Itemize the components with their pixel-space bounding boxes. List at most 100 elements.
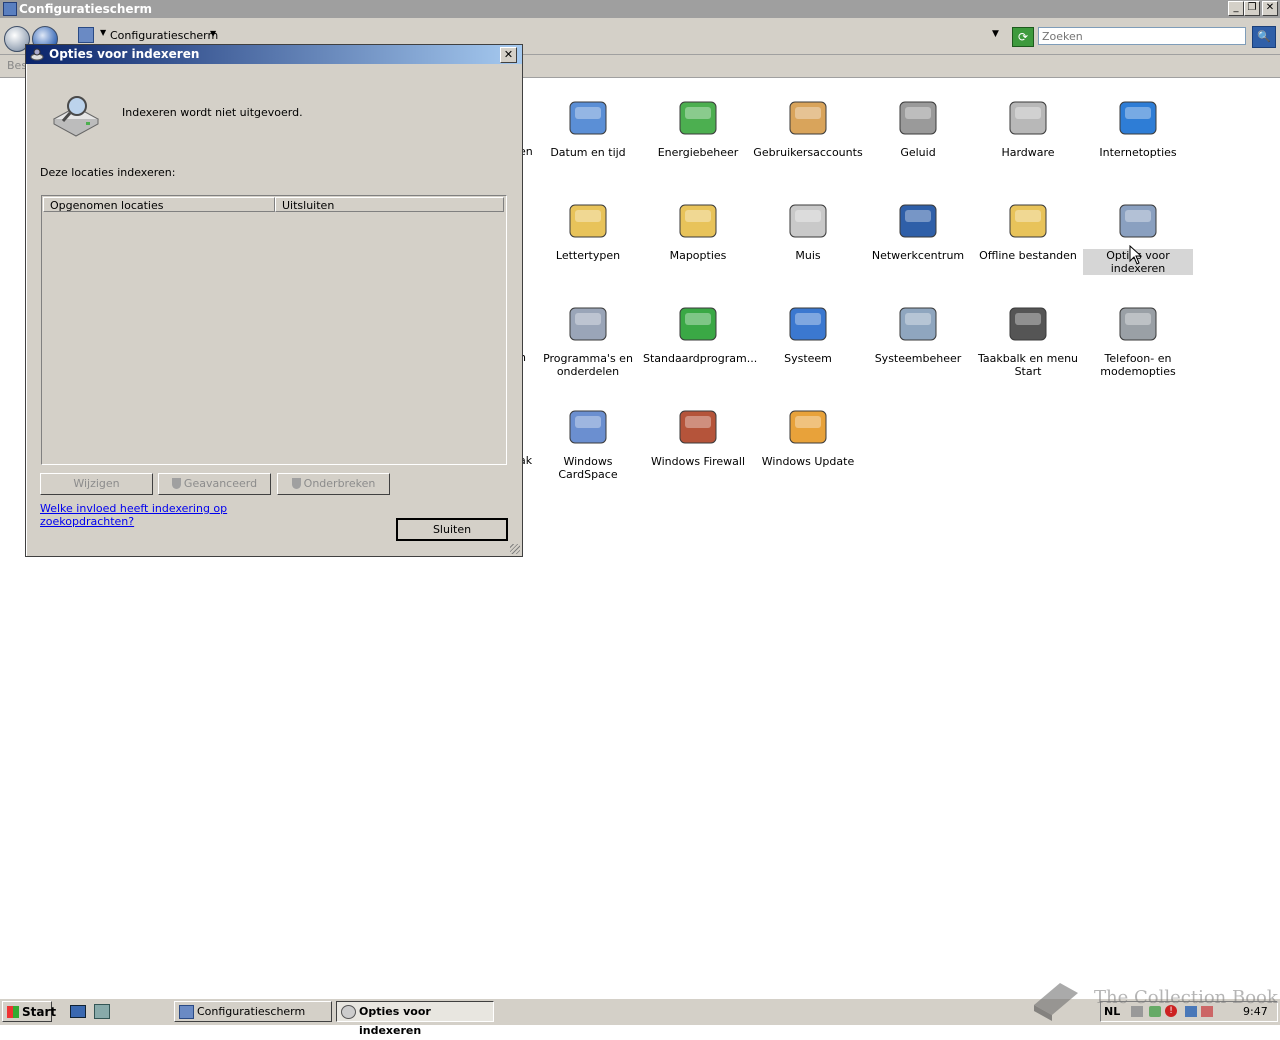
pause-button-label: Onderbreken (303, 477, 376, 490)
restore-button[interactable]: ❐ (1244, 1, 1260, 16)
watermark: The Collection Book (1030, 975, 1280, 1023)
cp-item-label: Systeem (784, 352, 832, 365)
cp-item-taakbalk-en-menu-start[interactable]: Taakbalk en menu Start (973, 300, 1083, 378)
main-window-titlebar[interactable]: Configuratiescherm _ ❐ ✕ (0, 0, 1280, 18)
search-input[interactable] (1038, 27, 1246, 45)
computer-icon (784, 300, 832, 348)
windows-update-icon (784, 403, 832, 451)
cp-item-gebruikersaccounts[interactable]: Gebruikersaccounts (753, 94, 863, 159)
taskbar-item-control-panel[interactable]: Configuratiescherm (174, 1001, 332, 1022)
cp-item-mapopties[interactable]: Mapopties (643, 197, 753, 262)
cp-item-label: Taakbalk en menu Start (977, 352, 1079, 378)
speaker-icon (894, 94, 942, 142)
switch-windows-icon[interactable] (94, 1004, 110, 1019)
dialog-title: Opties voor indexeren (49, 47, 200, 61)
users-icon (784, 94, 832, 142)
taskbar-icon (1004, 300, 1052, 348)
shield-icon (171, 478, 181, 489)
cp-item-geluid[interactable]: Geluid (863, 94, 973, 159)
breadcrumb[interactable]: Configuratiescherm (110, 29, 218, 42)
cp-item-label: Geluid (900, 146, 936, 159)
taskbar-item-indexing[interactable]: Opties voor indexeren (336, 1001, 494, 1037)
change-button-label: Wijzigen (73, 477, 120, 490)
control-panel-icon (179, 1005, 194, 1019)
change-button[interactable]: Wijzigen (40, 473, 153, 495)
cp-item-label: Systeembeheer (874, 352, 962, 365)
cp-item-muis[interactable]: Muis (753, 197, 863, 262)
cp-item-label: Muis (795, 249, 821, 262)
phone-icon (1114, 300, 1162, 348)
cp-item-energiebeheer[interactable]: Energiebeheer (643, 94, 753, 159)
search-button[interactable]: 🔍 (1252, 26, 1276, 48)
refresh-button[interactable]: ⟳ (1012, 27, 1034, 47)
close-button[interactable]: ✕ (1262, 1, 1278, 16)
cp-item-windows-firewall[interactable]: Windows Firewall (643, 403, 753, 468)
cp-item-windows-update[interactable]: Windows Update (753, 403, 863, 468)
cp-item-windows-cardspace[interactable]: Windows CardSpace (533, 403, 643, 481)
indexing-status-icon (52, 96, 100, 137)
sync-folder-icon (1004, 197, 1052, 245)
indexing-status-text: Indexeren wordt niet uitgevoerd. (122, 106, 303, 119)
cp-item-programmas-en-onderdelen[interactable]: Programma's en onderdelen (533, 300, 643, 378)
cp-item-label: Programma's en onderdelen (543, 352, 633, 378)
indexing-icon (341, 1005, 356, 1019)
dialog-close-button[interactable]: ✕ (500, 47, 517, 63)
hardware-icon (1004, 94, 1052, 142)
advanced-button[interactable]: Geavanceerd (158, 473, 271, 495)
chevron-down-icon[interactable]: ▼ (210, 29, 216, 38)
cp-item-datum-en-tijd[interactable]: Datum en tijd (533, 94, 643, 159)
cp-item-label: Mapopties (669, 249, 727, 262)
start-label: Start (22, 1005, 57, 1019)
battery-plug-icon (674, 94, 722, 142)
cp-item-internetopties[interactable]: Internetopties (1083, 94, 1193, 159)
main-window-title: Configuratiescherm (19, 2, 152, 16)
cp-item-standaardprogrammas[interactable]: Standaardprogram... (643, 300, 758, 365)
indexing-options-dialog: Opties voor indexeren ✕ Indexeren wordt … (25, 44, 523, 557)
taskbar-item-label: Configuratiescherm (197, 1005, 306, 1018)
cp-item-telefoon-en-modemopties[interactable]: Telefoon- en modemopties (1083, 300, 1193, 378)
windows-logo-icon (7, 1006, 19, 1018)
watermark-text: The Collection Book (1094, 987, 1278, 1008)
cp-item-label: Datum en tijd (550, 146, 626, 159)
search-icon: 🔍 (1257, 30, 1271, 43)
advanced-button-label: Geavanceerd (183, 477, 258, 490)
cp-item-label: Standaardprogram... (643, 352, 758, 365)
globe-icon (1114, 94, 1162, 142)
chevron-down-icon[interactable]: ▼ (100, 28, 106, 37)
cp-item-label: Gebruikersaccounts (753, 146, 863, 159)
cp-item-label: Internetopties (1099, 146, 1177, 159)
cp-item-lettertypen[interactable]: Lettertypen (533, 197, 643, 262)
cp-item-label: Energiebeheer (657, 146, 739, 159)
column-header-included[interactable]: Opgenomen locaties (43, 197, 275, 212)
help-link[interactable]: Welke invloed heeft indexering op zoekop… (40, 502, 240, 528)
close-dialog-button-label: Sluiten (432, 523, 472, 536)
cp-item-netwerkcentrum[interactable]: Netwerkcentrum (863, 197, 973, 262)
cp-item-offline-bestanden[interactable]: Offline bestanden (973, 197, 1083, 262)
close-dialog-button[interactable]: Sluiten (396, 518, 508, 541)
cp-item-label: Windows Update (761, 455, 855, 468)
locations-list[interactable]: Opgenomen locaties Uitsluiten (41, 195, 507, 465)
resize-grip[interactable] (510, 544, 520, 554)
cp-item-systeem[interactable]: Systeem (753, 300, 863, 365)
minimize-button[interactable]: _ (1228, 1, 1244, 16)
control-panel-icon (3, 2, 17, 16)
cp-item-label: Offline bestanden (979, 249, 1077, 262)
column-header-excluded[interactable]: Uitsluiten (275, 197, 504, 212)
dialog-titlebar[interactable]: Opties voor indexeren ✕ (26, 45, 522, 64)
pause-button[interactable]: Onderbreken (277, 473, 390, 495)
shield-icon (291, 478, 301, 489)
control-panel-icon (78, 27, 94, 43)
locations-label: Deze locaties indexeren: (40, 166, 176, 179)
firewall-icon (674, 403, 722, 451)
start-button[interactable]: Start (2, 1001, 56, 1022)
address-dropdown-icon[interactable]: ▼ (992, 29, 999, 39)
address-field[interactable]: ▼ Configuratiescherm ▼ ▼ (70, 26, 1005, 46)
indexing-icon (1114, 197, 1162, 245)
cp-item-hardware[interactable]: Hardware (973, 94, 1083, 159)
cp-item-systeembeheer[interactable]: Systeembeheer (863, 300, 973, 365)
indexing-icon (30, 48, 44, 61)
show-desktop-icon[interactable] (70, 1005, 86, 1018)
programs-icon (564, 300, 612, 348)
book-icon (1034, 983, 1078, 1021)
calendar-clock-icon (564, 94, 612, 142)
